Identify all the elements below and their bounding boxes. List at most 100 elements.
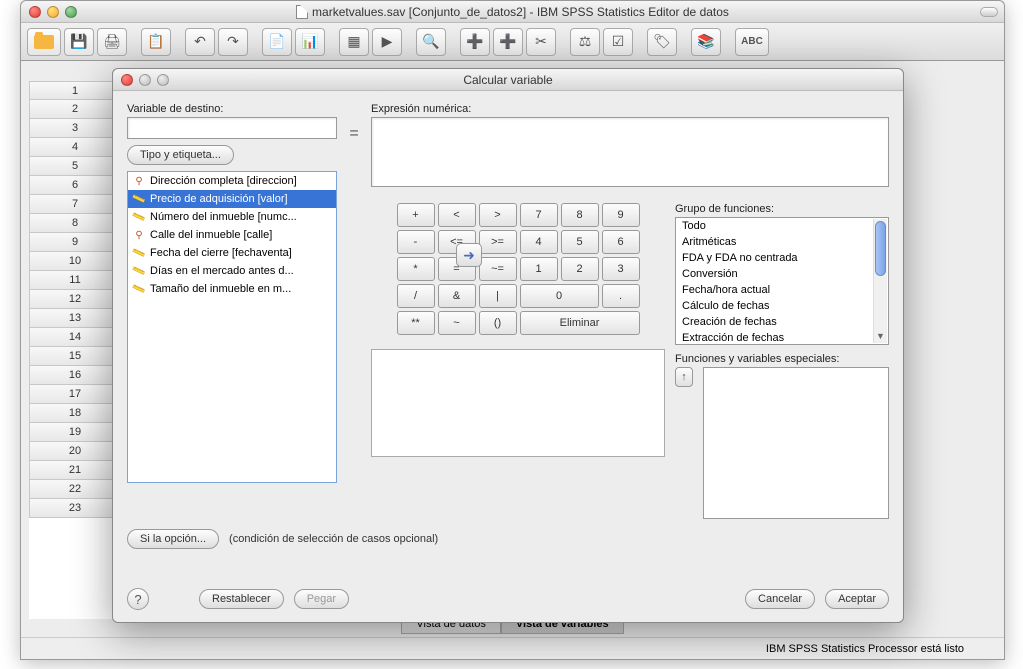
keypad-key[interactable]: Eliminar [520,311,640,335]
row-header[interactable]: 3 [29,119,121,138]
save-button[interactable]: 💾 [64,28,94,56]
row-header[interactable]: 6 [29,176,121,195]
row-header[interactable]: 13 [29,309,121,328]
row-header[interactable]: 1 [29,81,121,100]
keypad-key[interactable]: & [438,284,476,308]
keypad-key[interactable]: 1 [520,257,558,281]
keypad-key[interactable]: >= [479,230,517,254]
recall-button[interactable]: 📋 [141,28,171,56]
keypad-key[interactable]: + [397,203,435,227]
split-button[interactable]: ✂ [526,28,556,56]
spellcheck-button[interactable]: ABC [735,28,769,56]
goto-button[interactable]: 📄 [262,28,292,56]
keypad-key[interactable]: 3 [602,257,640,281]
variables-button[interactable]: ▦ [339,28,369,56]
open-button[interactable] [27,28,61,56]
variable-list-item[interactable]: 📏Número del inmueble [numc... [128,208,336,226]
insert-case-button[interactable]: ➕ [460,28,490,56]
row-header[interactable]: 5 [29,157,121,176]
use-sets-button[interactable]: 📚 [691,28,721,56]
keypad-key[interactable]: / [397,284,435,308]
keypad-key[interactable]: 2 [561,257,599,281]
row-header[interactable]: 23 [29,499,121,518]
keypad-key[interactable]: < [438,203,476,227]
function-group-list[interactable]: TodoAritméticasFDA y FDA no centradaConv… [675,217,889,345]
variable-list-item[interactable]: 📏Días en el mercado antes d... [128,262,336,280]
function-group-item[interactable]: Cálculo de fechas [676,298,888,314]
special-functions-list[interactable] [703,367,889,519]
row-header[interactable]: 20 [29,442,121,461]
variable-list-item[interactable]: ⚲Dirección completa [direccion] [128,172,336,190]
keypad-key[interactable]: 6 [602,230,640,254]
row-header[interactable]: 15 [29,347,121,366]
goto-var-button[interactable]: 📊 [295,28,325,56]
keypad-key[interactable]: ** [397,311,435,335]
keypad-key[interactable]: * [397,257,435,281]
function-group-item[interactable]: Fecha/hora actual [676,282,888,298]
row-header[interactable]: 2 [29,100,121,119]
function-group-item[interactable]: Aritméticas [676,234,888,250]
row-header[interactable]: 4 [29,138,121,157]
row-header[interactable]: 8 [29,214,121,233]
keypad-key[interactable]: ~ [438,311,476,335]
select-button[interactable]: ☑ [603,28,633,56]
keypad-key[interactable]: 4 [520,230,558,254]
toolbar-toggle-icon[interactable] [980,7,998,17]
row-header[interactable]: 22 [29,480,121,499]
keypad-key[interactable]: > [479,203,517,227]
variable-list-item[interactable]: ⚲Calle del inmueble [calle] [128,226,336,244]
row-header[interactable]: 11 [29,271,121,290]
find-button[interactable]: 🔍 [416,28,446,56]
weight-button[interactable]: ⚖ [570,28,600,56]
row-header[interactable]: 17 [29,385,121,404]
reset-button[interactable]: Restablecer [199,589,284,609]
insert-var-button[interactable]: ➕ [493,28,523,56]
dialog-titlebar[interactable]: Calcular variable [113,69,903,91]
row-header[interactable]: 16 [29,366,121,385]
print-button[interactable]: 🖨 [97,28,127,56]
row-header[interactable]: 10 [29,252,121,271]
help-button[interactable]: ? [127,588,149,610]
variable-list[interactable]: ⚲Dirección completa [direccion]📏Precio d… [127,171,337,483]
function-group-item[interactable]: Extracción de fechas [676,330,888,345]
keypad-key[interactable]: | [479,284,517,308]
type-and-label-button[interactable]: Tipo y etiqueta... [127,145,234,165]
row-header[interactable]: 19 [29,423,121,442]
row-header[interactable]: 7 [29,195,121,214]
cancel-button[interactable]: Cancelar [745,589,815,609]
keypad-key[interactable]: ~= [479,257,517,281]
if-condition-button[interactable]: Si la opción... [127,529,219,549]
keypad-key[interactable]: 7 [520,203,558,227]
keypad-key[interactable]: 0 [520,284,599,308]
function-group-item[interactable]: Creación de fechas [676,314,888,330]
keypad-key[interactable]: 8 [561,203,599,227]
variable-list-item[interactable]: 📏Precio de adquisición [valor] [128,190,336,208]
function-group-item[interactable]: Conversión [676,266,888,282]
scrollbar[interactable]: ▼ [873,219,887,343]
scroll-down-icon[interactable]: ▼ [874,329,887,343]
row-header[interactable]: 21 [29,461,121,480]
paste-button[interactable]: Pegar [294,589,349,609]
move-to-expression-button[interactable]: ➜ [456,243,482,267]
keypad-key[interactable]: () [479,311,517,335]
run-button[interactable]: ▶ [372,28,402,56]
row-header[interactable]: 12 [29,290,121,309]
redo-button[interactable]: ↷ [218,28,248,56]
undo-button[interactable]: ↶ [185,28,215,56]
value-labels-button[interactable]: 🏷 [647,28,677,56]
scrollbar-thumb[interactable] [875,221,886,276]
ok-button[interactable]: Aceptar [825,589,889,609]
target-variable-input[interactable] [127,117,337,139]
variable-list-item[interactable]: 📏Tamaño del inmueble en m... [128,280,336,298]
row-header[interactable]: 14 [29,328,121,347]
function-group-item[interactable]: Todo [676,218,888,234]
row-header[interactable]: 18 [29,404,121,423]
insert-function-button[interactable]: ↑ [675,367,693,387]
variable-list-item[interactable]: 📏Fecha del cierre [fechaventa] [128,244,336,262]
row-header[interactable]: 9 [29,233,121,252]
function-group-item[interactable]: FDA y FDA no centrada [676,250,888,266]
main-titlebar[interactable]: marketvalues.sav [Conjunto_de_datos2] - … [21,1,1004,23]
keypad-key[interactable]: - [397,230,435,254]
keypad-key[interactable]: 9 [602,203,640,227]
keypad-key[interactable]: . [602,284,640,308]
